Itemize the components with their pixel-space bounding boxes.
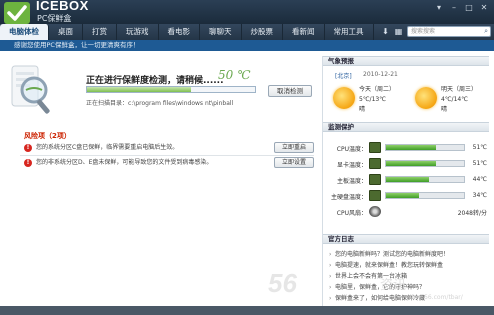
fan-speed-value: 2048转/分 [457, 210, 487, 217]
risk-text: 您的系统分区C盘已保鲜，临界需要重启电脑后生效。 [36, 144, 179, 151]
weather-day-desc: 晴 [441, 106, 448, 113]
cancel-scan-button[interactable]: 取消检测 [268, 85, 312, 97]
weather-date: 2010-12-21 [363, 71, 398, 78]
scan-panel: 正在进行保鲜度检测，请稍候...... 50 ℃ 取消检测 正在扫描目录：c:\… [6, 56, 318, 286]
set-now-button[interactable]: 立即设置 [274, 157, 314, 168]
risk-item: ! 您的系统分区C盘已保鲜，临界需要重启电脑后生效。 立即重启 [20, 142, 314, 155]
monitor-row: 主硬盘温度： 34℃ [323, 189, 489, 203]
tab-tools[interactable]: 常用工具 [325, 24, 374, 40]
tab-movies[interactable]: 看电影 [159, 24, 200, 40]
warning-icon: ! [24, 159, 32, 167]
monitor-value: 34℃ [472, 192, 487, 199]
download-icon[interactable]: ⬇ [381, 26, 390, 37]
search-icon[interactable]: ⌕ [484, 27, 488, 36]
monitor-value: 51℃ [472, 160, 487, 167]
divider [20, 155, 314, 156]
harddisk-icon [369, 190, 381, 201]
monitor-bar [385, 144, 465, 151]
watermark-text: 资讯 [380, 278, 407, 293]
weather-day-name: 今天（周二） [359, 86, 396, 93]
monitor-bar [385, 192, 465, 199]
weather-day-temp: 5℃/13℃ [359, 96, 386, 103]
tab-checkup[interactable]: 电脑体检 [0, 24, 49, 40]
scan-temperature: 50 ℃ [218, 68, 251, 82]
monitor-row: 显卡温度： 51℃ [323, 157, 489, 171]
monitor-label: 主硬盘温度： [330, 194, 367, 201]
monitor-bar-fill [386, 145, 436, 150]
scan-title: 正在进行保鲜度检测，请稍候...... [86, 76, 224, 86]
watermark: 56 资讯 www.56.com/tbar/ [268, 268, 494, 304]
tab-stocks[interactable]: 炒股票 [242, 24, 283, 40]
search-input[interactable]: 搜索搜索 ⌕ [407, 26, 491, 37]
monitor-label: CPU温度： [336, 146, 367, 153]
weather-today: 今天（周二） 5℃/13℃ 晴 [359, 85, 395, 115]
weather-day-temp: 4℃/14℃ [441, 96, 468, 103]
restart-now-button[interactable]: 立即重启 [274, 142, 314, 153]
minimize-icon[interactable]: – [448, 3, 460, 13]
monitor-heading: 监测保护 [323, 122, 489, 132]
monitor-row: CPU风扇： 2048转/分 [323, 205, 489, 219]
weather-day-name: 明天（周三） [441, 86, 478, 93]
app-name: ICEBOX [36, 0, 89, 13]
gpu-icon [369, 158, 381, 169]
risk-heading: 风险项（2项） [24, 132, 71, 140]
app-logo-icon [4, 2, 30, 24]
scan-progress-fill [87, 87, 192, 92]
window-controls: ▾ – □ ✕ [433, 3, 490, 13]
close-icon[interactable]: ✕ [478, 3, 490, 13]
news-heading: 官方日志 [323, 234, 489, 244]
monitor-bar [385, 160, 465, 167]
weather-tomorrow: 明天（周三） 4℃/14℃ 晴 [441, 85, 477, 115]
tab-desktop[interactable]: 桌面 [49, 24, 83, 40]
nav-bar: 电脑体检 桌面 打赏 玩游戏 看电影 聊聊天 炒股票 看新闻 常用工具 ⬇ ▦ … [0, 24, 494, 40]
warning-icon: ! [24, 144, 32, 152]
notice-strip: 感谢您使用PC保鲜盒，让一切更清爽有序！ [0, 40, 494, 51]
watermark-url: www.56.com/tbar/ [408, 294, 463, 301]
sun-icon [333, 87, 355, 109]
monitor-label: CPU风扇： [336, 210, 367, 217]
tab-tip[interactable]: 打赏 [83, 24, 117, 40]
monitor-label: 主板温度： [336, 178, 367, 185]
fan-icon [369, 206, 381, 217]
grid-icon[interactable]: ▦ [394, 26, 403, 37]
nav-tools: ⬇ ▦ 搜索搜索 ⌕ [381, 26, 491, 37]
monitor-value: 44℃ [472, 176, 487, 183]
watermark-logo: 56 [268, 268, 297, 298]
monitor-bar-fill [386, 193, 419, 198]
tab-news[interactable]: 看新闻 [283, 24, 325, 40]
monitor-label: 显卡温度： [336, 162, 367, 169]
monitor-bar [385, 176, 465, 183]
cpu-icon [369, 142, 381, 153]
magnifier-icon [8, 62, 54, 120]
monitor-bar-fill [386, 177, 429, 182]
motherboard-icon [369, 174, 381, 185]
maximize-icon[interactable]: □ [463, 3, 475, 13]
news-item-text: 您的电脑新鲜吗？测试您的电脑新鲜度吧！ [335, 251, 450, 258]
app-subtitle: PC保鲜盒 [37, 14, 72, 23]
title-bar: ICEBOX PC保鲜盒 ▾ – □ ✕ [0, 0, 494, 24]
news-item[interactable]: › 您的电脑新鲜吗？测试您的电脑新鲜度吧！ [329, 249, 487, 259]
scan-path: 正在扫描目录：c:\program files\windows nt\pinba… [86, 100, 234, 107]
weather-city-link[interactable]: [北京] [335, 71, 352, 80]
tab-chat[interactable]: 聊聊天 [200, 24, 242, 40]
monitor-bar-fill [386, 161, 436, 166]
monitor-row: CPU温度： 51℃ [323, 141, 489, 155]
status-bar [0, 306, 494, 315]
sun-icon [415, 87, 437, 109]
monitor-value: 51℃ [472, 144, 487, 151]
menu-dropdown-icon[interactable]: ▾ [433, 3, 445, 13]
tab-games[interactable]: 玩游戏 [117, 24, 159, 40]
search-placeholder: 搜索搜索 [411, 28, 436, 35]
monitor-row: 主板温度： 44℃ [323, 173, 489, 187]
weather-day-desc: 晴 [359, 106, 366, 113]
weather-heading: 气象预报 [323, 56, 489, 66]
scan-progress-bar [86, 86, 256, 93]
risk-text: 您的非系统分区D、E盘未保鲜，可能导致您的文件受到病毒感染。 [36, 159, 213, 166]
risk-item: ! 您的非系统分区D、E盘未保鲜，可能导致您的文件受到病毒感染。 立即设置 [20, 157, 314, 170]
